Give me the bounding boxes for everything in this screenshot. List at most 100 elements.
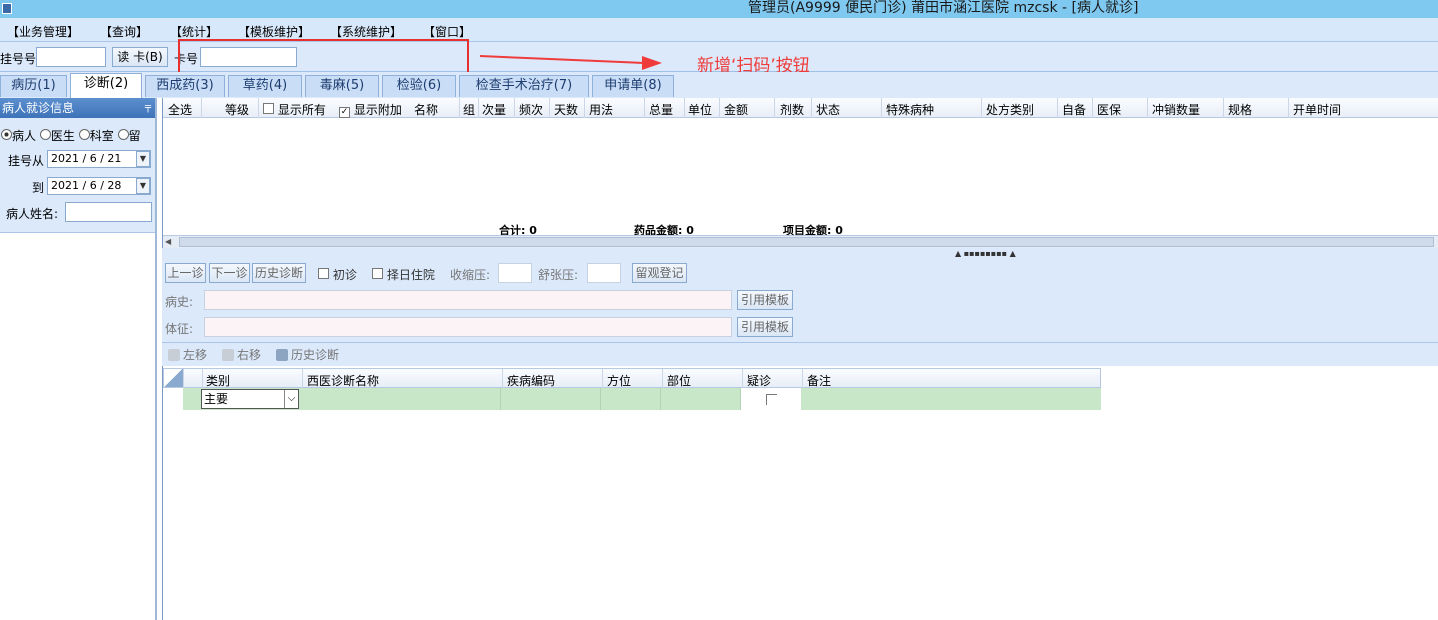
menu-query[interactable]: 【查询】: [100, 23, 148, 40]
annotation-arrow: [479, 55, 662, 70]
col-insurance: 医保: [1097, 103, 1122, 117]
col-western-diagnosis: 西医诊断名称: [307, 374, 380, 388]
col-site: 部位: [667, 374, 692, 388]
col-dose: 次量: [482, 103, 507, 117]
tab-medical-record[interactable]: 病历(1): [0, 75, 67, 97]
panel-filters: 病人 医生 科室 留 挂号从 2021 / 6 / 21 ▼ 到 2021 / …: [0, 118, 155, 233]
disease-code-cell[interactable]: [501, 388, 601, 410]
chevron-down-icon[interactable]: ▼: [136, 178, 150, 194]
move-left-button[interactable]: 左移: [168, 346, 207, 363]
reg-from-label: 挂号从: [8, 154, 45, 168]
col-name: 名称: [414, 103, 439, 117]
menu-templates[interactable]: 【模板维护】: [238, 23, 310, 40]
history-diag-button[interactable]: 历史诊断: [276, 346, 339, 363]
history-template-button[interactable]: 引用模板: [737, 290, 793, 310]
col-self-supplied: 自备: [1062, 103, 1087, 117]
patient-name-input[interactable]: [65, 202, 152, 222]
chevron-down-icon[interactable]: ▼: [136, 151, 150, 167]
systolic-input[interactable]: [498, 263, 532, 283]
first-visit-checkbox[interactable]: 初诊: [318, 266, 357, 283]
tab-herbal[interactable]: 草药(4): [228, 75, 302, 97]
show-all-checkbox[interactable]: 显示所有: [263, 101, 326, 118]
app-icon: [2, 3, 12, 14]
history-diagnosis-button[interactable]: 历史诊断: [252, 263, 306, 283]
patient-name-label: 病人姓名:: [6, 207, 59, 221]
diastolic-label: 舒张压:: [538, 268, 579, 282]
show-extra-checkbox[interactable]: ✓ 显示附加: [339, 101, 402, 118]
diastolic-input[interactable]: [587, 263, 621, 283]
menu-business[interactable]: 【业务管理】: [7, 23, 79, 40]
col-disease-code: 疾病编码: [507, 374, 556, 388]
menu-stats[interactable]: 【统计】: [170, 23, 218, 40]
order-grid: 全选 等级 显示所有 ✓ 显示附加 名称 组 次量 频次 天数 用法 总量 单位…: [162, 98, 1438, 248]
window-title: 管理员(A9999 便民门诊) 莆田市涵江医院 mzcsk - [病人就诊]: [748, 0, 1139, 16]
splitter[interactable]: ▲ ▪▪▪▪▪▪▪▪ ▲: [162, 248, 1438, 258]
menu-system[interactable]: 【系统维护】: [330, 23, 402, 40]
diagnosis-name-cell[interactable]: [301, 388, 501, 410]
col-doses: 剂数: [780, 103, 805, 117]
radio-dept[interactable]: 科室: [78, 129, 114, 143]
col-orientation: 方位: [607, 374, 632, 388]
tab-western-medicine[interactable]: 西成药(3): [145, 75, 225, 97]
arrow-right-icon: [222, 349, 234, 361]
pin-icon[interactable]: ╤: [145, 98, 151, 118]
col-special-disease: 特殊病种: [886, 103, 935, 117]
chevron-down-icon[interactable]: ⌵: [284, 390, 298, 408]
radio-patient[interactable]: 病人: [1, 129, 36, 143]
prev-visit-button[interactable]: 上一诊: [165, 263, 206, 283]
tab-lab[interactable]: 检验(6): [382, 75, 456, 97]
splitter-grip-icon[interactable]: ▲ ▪▪▪▪▪▪▪▪ ▲: [955, 249, 1016, 258]
title-bar: 管理员(A9999 便民门诊) 莆田市涵江医院 mzcsk - [病人就诊]: [0, 0, 1438, 18]
col-spec: 规格: [1228, 103, 1253, 117]
move-right-button[interactable]: 右移: [222, 346, 261, 363]
col-amount: 金额: [724, 103, 749, 117]
col-group: 组: [463, 103, 476, 117]
diagnosis-grid: 类别 西医诊断名称 疾病编码 方位 部位 疑诊 备注 主要 ⌵: [162, 366, 1438, 620]
suspected-cell[interactable]: [741, 388, 801, 410]
tab-diagnosis[interactable]: 诊断(2): [70, 73, 142, 98]
read-card-button[interactable]: 读 卡(B): [112, 47, 168, 67]
horizontal-scrollbar[interactable]: ◀: [163, 235, 1438, 248]
category-select[interactable]: 主要 ⌵: [201, 389, 299, 409]
schedule-admission-checkbox[interactable]: 择日住院: [372, 266, 435, 283]
select-all-corner[interactable]: [164, 369, 183, 387]
medical-history-label: 病史:: [165, 295, 194, 309]
observation-register-button[interactable]: 留观登记: [632, 263, 687, 283]
radio-doctor[interactable]: 医生: [39, 129, 75, 143]
tab-exam-surgery[interactable]: 检查手术治疗(7): [459, 75, 589, 97]
tab-request-form[interactable]: 申请单(8): [592, 75, 674, 97]
reg-number-input[interactable]: [36, 47, 106, 67]
col-days: 天数: [554, 103, 579, 117]
col-prescription-type: 处方类别: [986, 103, 1035, 117]
order-grid-header: 全选 等级 显示所有 ✓ 显示附加 名称 组 次量 频次 天数 用法 总量 单位…: [163, 98, 1438, 118]
exam-template-button[interactable]: 引用模板: [737, 317, 793, 337]
col-status: 状态: [816, 103, 841, 117]
col-unit: 单位: [688, 103, 713, 117]
arrow-left-icon: [168, 349, 180, 361]
systolic-label: 收缩压:: [450, 268, 491, 282]
view-radio-group: 病人 医生 科室 留: [1, 127, 141, 144]
menu-window[interactable]: 【窗口】: [423, 23, 471, 40]
radio-stay[interactable]: 留: [117, 129, 141, 143]
suspected-checkbox[interactable]: [766, 394, 777, 405]
table-row[interactable]: 主要 ⌵: [183, 388, 1101, 410]
physical-exam-input[interactable]: [204, 317, 732, 337]
col-category: 类别: [206, 374, 231, 388]
reg-to-label: 到: [32, 181, 45, 195]
site-cell[interactable]: [661, 388, 741, 410]
chevron-left-icon[interactable]: ◀: [165, 237, 177, 247]
orientation-cell[interactable]: [601, 388, 661, 410]
scrollbar-thumb[interactable]: [179, 237, 1434, 247]
col-suspected: 疑诊: [747, 374, 772, 388]
history-icon: [276, 349, 288, 361]
remarks-cell[interactable]: [801, 388, 1101, 410]
col-select-all[interactable]: 全选: [168, 101, 192, 118]
medical-history-input[interactable]: [204, 290, 732, 310]
diagnosis-grid-header: 类别 西医诊断名称 疾病编码 方位 部位 疑诊 备注: [163, 368, 1101, 389]
col-reversal-qty: 冲销数量: [1152, 103, 1201, 117]
next-visit-button[interactable]: 下一诊: [209, 263, 250, 283]
panel-title: 病人就诊信息: [2, 101, 75, 115]
col-total-qty: 总量: [649, 103, 674, 117]
tab-narcotic[interactable]: 毒麻(5): [305, 75, 379, 97]
col-remarks: 备注: [807, 374, 832, 388]
